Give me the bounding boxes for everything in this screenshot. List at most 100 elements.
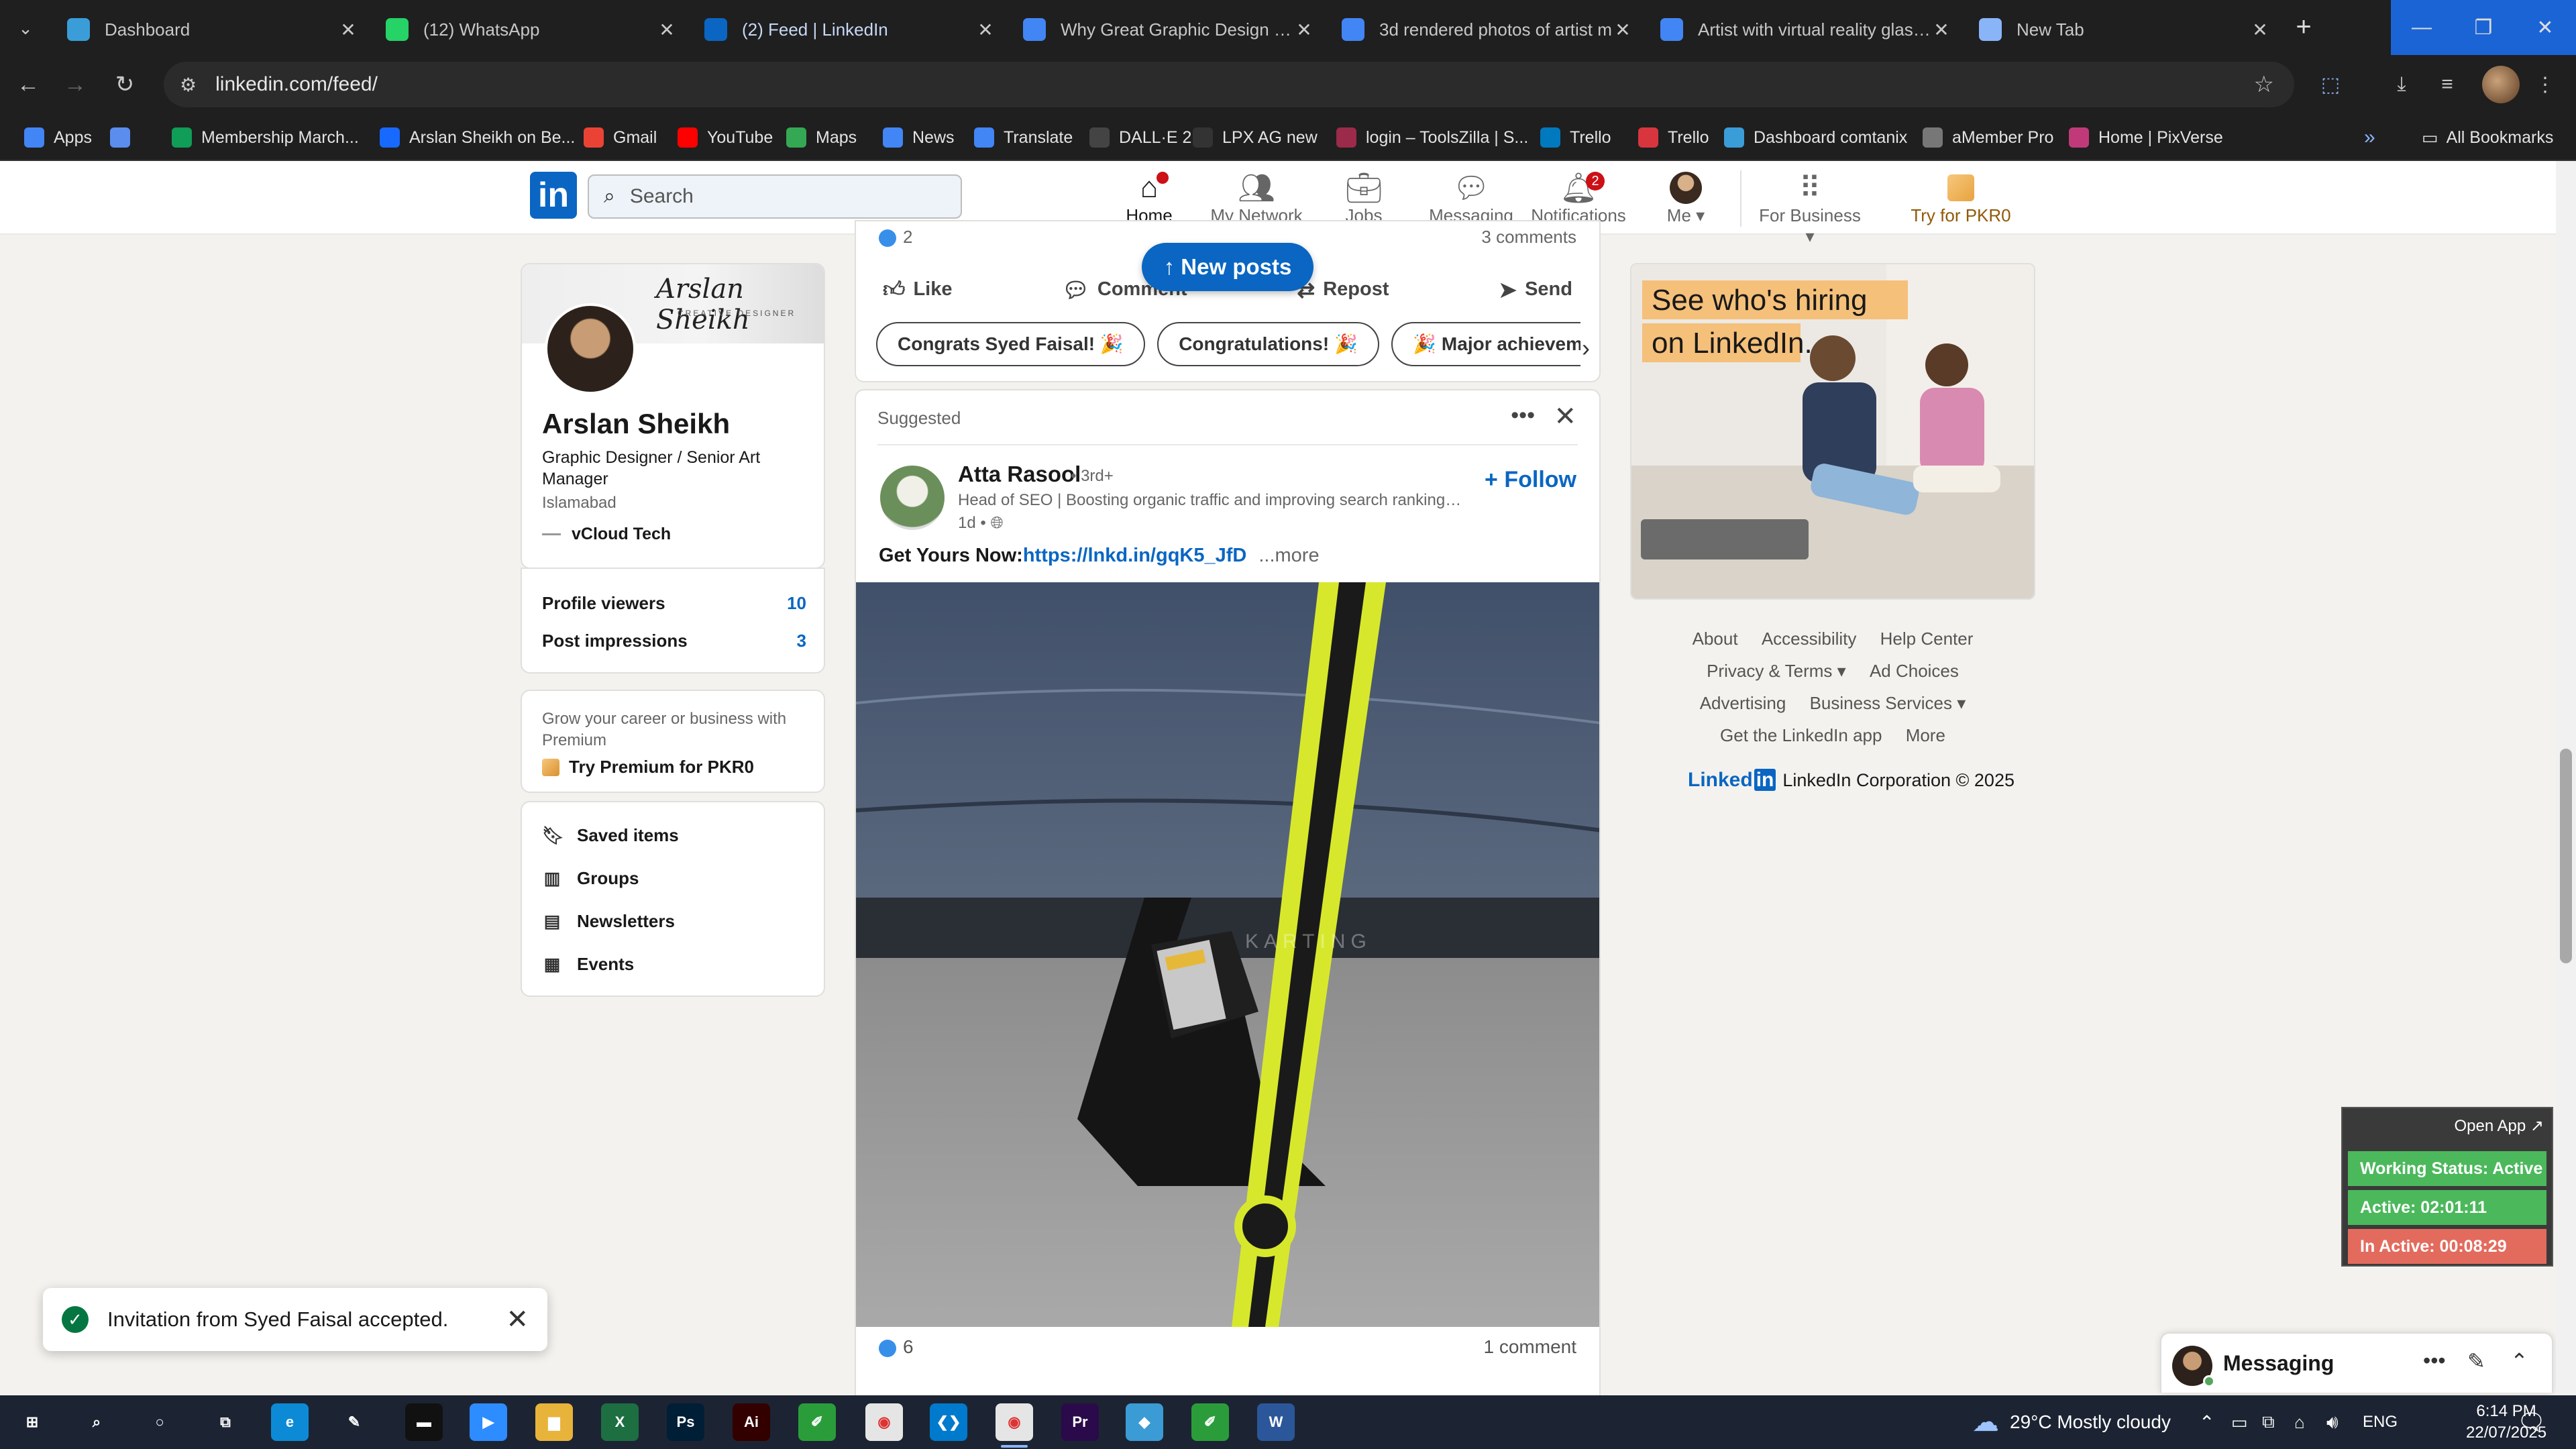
bookmark-item[interactable]: Home | PixVerse	[2069, 123, 2223, 152]
tab-search-chevron-icon[interactable]: ⌄	[12, 15, 39, 42]
bookmark-item[interactable]: DALL·E 2	[1089, 123, 1191, 152]
close-tab-icon[interactable]: ✕	[1931, 19, 1951, 41]
windows-start-icon[interactable]: ⊞	[13, 1403, 51, 1441]
search-icon[interactable]: ⌕	[78, 1403, 115, 1441]
bookmark-item[interactable]: login – ToolsZilla | S...	[1336, 123, 1528, 152]
cortana-icon[interactable]: ○	[141, 1403, 178, 1441]
footer-link[interactable]: Privacy & Terms ▾	[1707, 661, 1846, 681]
author-name[interactable]: Atta Rasool	[958, 462, 1081, 487]
volume-icon[interactable]: 🔊︎	[2326, 1395, 2339, 1449]
reload-icon[interactable]: ↻	[110, 70, 140, 99]
see-more-link[interactable]: ...more	[1258, 545, 1319, 566]
bookmark-item[interactable]: YouTube	[678, 123, 773, 152]
language-indicator[interactable]: ENG	[2363, 1395, 2398, 1449]
zoom-icon[interactable]: ▶	[470, 1403, 507, 1441]
extensions-icon[interactable]: ⬚	[2314, 68, 2347, 101]
task-view-icon[interactable]: ⧉	[207, 1403, 244, 1441]
bookmark-item[interactable]: Apps	[24, 123, 92, 152]
hiring-ad[interactable]: See who's hiring on LinkedIn.	[1630, 263, 2035, 600]
premiere-icon[interactable]: Pr	[1061, 1403, 1099, 1441]
try-premium-link[interactable]: Try for PKR0	[1904, 170, 2018, 231]
suggested-comment-chip[interactable]: 🎉 Major achievement	[1391, 322, 1580, 366]
chevron-up-icon[interactable]: ⌃	[2510, 1348, 2528, 1374]
back-arrow-icon[interactable]: ←	[13, 70, 43, 99]
repost-button[interactable]: ⇄ Repost	[1297, 276, 1389, 303]
tray-app-icon[interactable]: ⧉	[2262, 1395, 2275, 1449]
bookmark-item[interactable]: Translate	[974, 123, 1073, 152]
close-window-button[interactable]: ✕	[2514, 0, 2576, 55]
bookmark-item[interactable]: Trello	[1540, 123, 1611, 152]
site-info-icon[interactable]: ⚙	[180, 74, 197, 96]
illustrator-icon[interactable]: Ai	[733, 1403, 770, 1441]
weather-widget[interactable]: ☁ 29°C Mostly cloudy	[1972, 1395, 2171, 1449]
footer-link[interactable]: More	[1906, 725, 1945, 745]
folder-icon[interactable]: ▆	[535, 1403, 573, 1441]
profile-viewers-row[interactable]: Profile viewers 10	[542, 593, 806, 614]
messaging-overlay[interactable]: Messaging ••• ✎ ⌃	[2160, 1332, 2553, 1393]
bookmark-item[interactable]: LPX AG new	[1193, 123, 1318, 152]
network-icon[interactable]: ⌂	[2294, 1395, 2305, 1449]
tray-overflow-icon[interactable]: ⌃	[2199, 1395, 2214, 1449]
events-link[interactable]: ▦ Events	[542, 954, 635, 975]
bookmark-item[interactable]: Gmail	[584, 123, 657, 152]
saved-items-link[interactable]: 🔖︎ Saved items	[542, 825, 679, 846]
footer-link[interactable]: Ad Choices	[1870, 661, 1959, 681]
close-tab-icon[interactable]: ✕	[338, 19, 358, 41]
search-input[interactable]: ⌕ Search	[588, 174, 962, 219]
download-icon[interactable]: ⤓	[2385, 68, 2418, 101]
close-tab-icon[interactable]: ✕	[2250, 19, 2270, 41]
close-tab-icon[interactable]: ✕	[975, 19, 996, 41]
scrollbar-thumb[interactable]	[2560, 749, 2572, 963]
browser-tab[interactable]: Why Great Graphic Design Is M ✕	[1010, 4, 1328, 55]
photoshop-icon[interactable]: Ps	[667, 1403, 704, 1441]
bookmarks-overflow-icon[interactable]: »	[2364, 123, 2375, 152]
browser-tab[interactable]: Dashboard ✕	[54, 4, 372, 55]
vscode-icon[interactable]: ❮❯	[930, 1403, 967, 1441]
chrome-icon[interactable]: ◉	[865, 1403, 903, 1441]
suggested-comment-chip[interactable]: Congrats Syed Faisal! 🎉	[876, 322, 1145, 366]
footer-link[interactable]: About	[1693, 629, 1738, 649]
footer-link[interactable]: Business Services ▾	[1810, 693, 1966, 713]
newsletters-link[interactable]: ▤ Newsletters	[542, 911, 675, 932]
minimize-button[interactable]: —	[2391, 0, 2453, 55]
browser-tab[interactable]: (12) WhatsApp ✕	[372, 4, 690, 55]
excel-icon[interactable]: X	[601, 1403, 639, 1441]
notifications-icon[interactable]: 🗨︎	[2517, 1395, 2546, 1449]
author-avatar[interactable]	[880, 466, 945, 530]
new-posts-button[interactable]: ↑ New posts	[1142, 243, 1313, 291]
browser-tab[interactable]: New Tab ✕	[1966, 4, 2284, 55]
pen-icon[interactable]: ✎	[335, 1403, 373, 1441]
browser-tab[interactable]: Artist with virtual reality glasse ✕	[1647, 4, 1965, 55]
bookmark-item[interactable]: Maps	[786, 123, 857, 152]
suggested-comment-chip[interactable]: Congratulations! 🎉	[1157, 322, 1379, 366]
chrome-profile-avatar[interactable]	[2482, 66, 2520, 103]
footer-link[interactable]: Advertising	[1700, 693, 1786, 713]
follow-button[interactable]: + Follow	[1485, 467, 1576, 493]
groups-link[interactable]: ▥ Groups	[542, 868, 639, 889]
bookmark-item[interactable]: aMember Pro	[1923, 123, 2053, 152]
footer-link[interactable]: Accessibility	[1762, 629, 1857, 649]
open-app-link[interactable]: Open App ↗	[2454, 1116, 2544, 1136]
app-icon[interactable]: ◆	[1126, 1403, 1163, 1441]
close-tab-icon[interactable]: ✕	[1613, 19, 1633, 41]
send-button[interactable]: ➤ Send	[1499, 276, 1572, 303]
corel-icon[interactable]: ✐	[798, 1403, 836, 1441]
edge-icon[interactable]: e	[271, 1403, 309, 1441]
bookmark-item[interactable]: Dashboard comtanix	[1724, 123, 1907, 152]
more-options-icon[interactable]: •••	[1511, 402, 1535, 429]
terminal-icon[interactable]: ▬	[405, 1403, 443, 1441]
post-image[interactable]: KARTING	[856, 582, 1599, 1327]
browser-tab[interactable]: (2) Feed | LinkedIn ✕	[691, 4, 1009, 55]
close-tab-icon[interactable]: ✕	[1294, 19, 1314, 41]
post-impressions-row[interactable]: Post impressions 3	[542, 631, 806, 651]
try-premium-card-link[interactable]: Try Premium for PKR0	[542, 757, 754, 777]
address-bar[interactable]: ⚙ linkedin.com/feed/ ☆	[164, 62, 2294, 107]
like-button[interactable]: 👍︎ Like	[883, 276, 952, 303]
chevron-right-icon[interactable]: ›	[1582, 334, 1590, 362]
profile-company[interactable]: vCloud Tech	[542, 525, 671, 544]
dismiss-post-icon[interactable]: ✕	[1554, 401, 1576, 432]
more-options-icon[interactable]: •••	[2423, 1348, 2446, 1373]
for-business-menu[interactable]: ⠿ For Business ▾	[1754, 170, 1866, 247]
nav-me[interactable]: Me ▾	[1629, 170, 1743, 231]
close-tab-icon[interactable]: ✕	[657, 19, 677, 41]
